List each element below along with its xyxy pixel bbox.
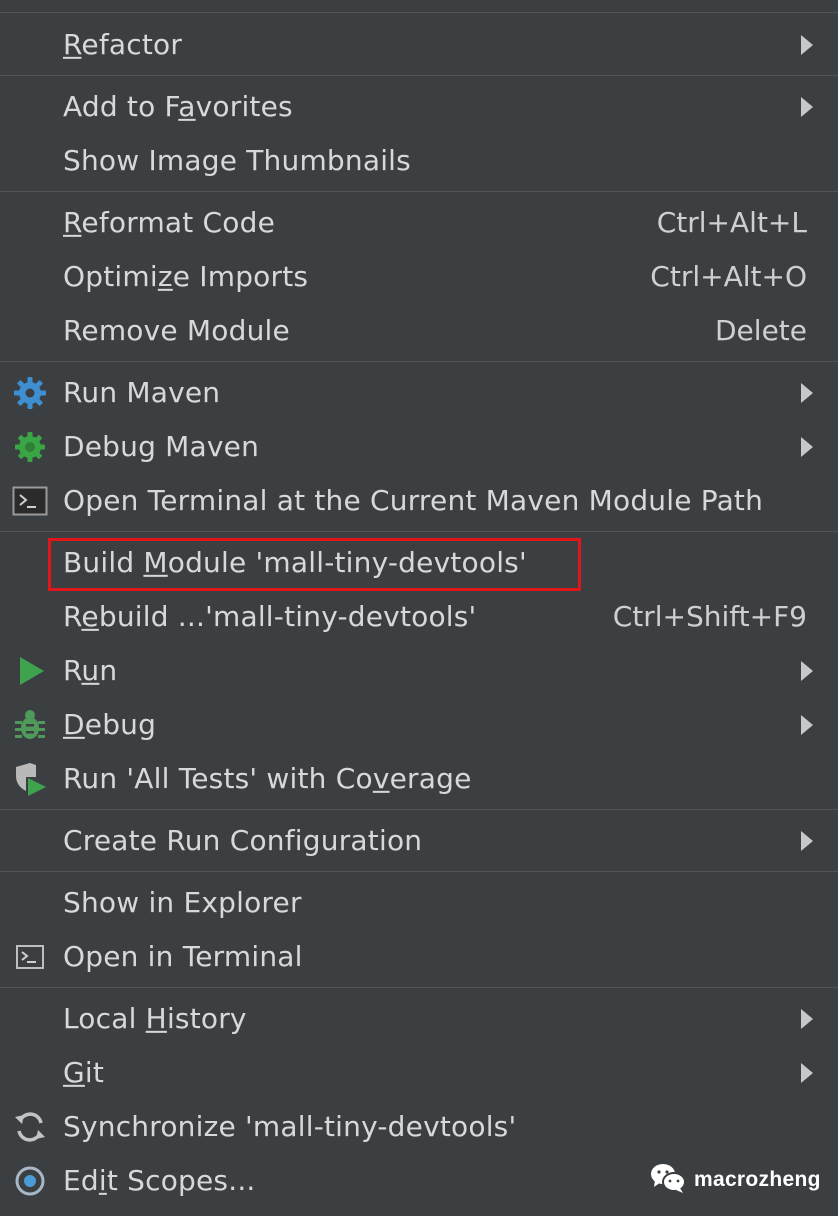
menu-item-git[interactable]: Git — [0, 1046, 838, 1100]
submenu-arrow-icon — [801, 437, 813, 457]
menu-item-label: Show in Explorer — [63, 885, 302, 919]
menu-item-label: Run — [63, 653, 118, 687]
submenu-arrow-icon — [801, 97, 813, 117]
submenu-arrow-icon — [801, 1063, 813, 1083]
submenu-arrow-icon — [801, 831, 813, 851]
menu-item-open-in-terminal[interactable]: Open in Terminal — [0, 930, 838, 984]
menu-item-label: Local History — [63, 1001, 247, 1035]
context-menu: Refactor Add to Favorites Show Image Thu… — [0, 0, 838, 1216]
shortcut-label: Ctrl+Alt+O — [650, 259, 807, 293]
shortcut-label: Ctrl+Shift+F9 — [612, 599, 807, 633]
menu-item-reformat-code[interactable]: Reformat Code Ctrl+Alt+L — [0, 196, 838, 250]
run-triangle-icon — [12, 653, 48, 689]
menu-item-debug-maven[interactable]: Debug Maven — [0, 420, 838, 474]
menu-item-label: Remove Module — [63, 313, 290, 347]
submenu-arrow-icon — [801, 383, 813, 403]
menu-item-optimize-imports[interactable]: Optimize Imports Ctrl+Alt+O — [0, 250, 838, 304]
menu-item-run[interactable]: Run — [0, 644, 838, 698]
menu-item-local-history[interactable]: Local History — [0, 992, 838, 1046]
menu-item-label: Rebuild ...'mall-tiny-devtools' — [63, 599, 477, 633]
menu-item-refactor[interactable]: Refactor — [0, 18, 838, 72]
menu-item-remove-module[interactable]: Remove Module Delete — [0, 304, 838, 358]
menu-item-label: Open in Terminal — [63, 939, 303, 973]
menu-item-run-with-coverage[interactable]: Run 'All Tests' with Coverage — [0, 752, 838, 806]
menu-separator — [0, 531, 838, 532]
menu-item-show-in-explorer[interactable]: Show in Explorer — [0, 876, 838, 930]
menu-top-edge — [0, 0, 838, 13]
menu-item-debug[interactable]: Debug — [0, 698, 838, 752]
menu-item-label: Debug Maven — [63, 429, 260, 463]
menu-item-label: Create Run Configuration — [63, 823, 423, 857]
highlight-box — [48, 538, 581, 591]
menu-item-label: Add to Favorites — [63, 89, 293, 123]
debug-gear-icon — [12, 429, 48, 465]
menu-separator — [0, 871, 838, 872]
menu-item-label: Reformat Code — [63, 205, 276, 239]
menu-item-open-terminal-maven-path[interactable]: Open Terminal at the Current Maven Modul… — [0, 474, 838, 528]
menu-item-rebuild[interactable]: Rebuild ...'mall-tiny-devtools' Ctrl+Shi… — [0, 590, 838, 644]
menu-separator — [0, 361, 838, 362]
menu-item-label: Run 'All Tests' with Coverage — [63, 761, 472, 795]
menu-item-label: Git — [63, 1055, 105, 1089]
menu-item-create-run-configuration[interactable]: Create Run Configuration — [0, 814, 838, 868]
bug-icon — [12, 707, 48, 743]
menu-item-label: Show Image Thumbnails — [63, 143, 411, 177]
submenu-arrow-icon — [801, 35, 813, 55]
coverage-shield-icon — [12, 761, 48, 797]
menu-separator — [0, 191, 838, 192]
shortcut-label: Delete — [715, 313, 807, 347]
menu-item-label: Refactor — [63, 27, 183, 61]
menu-item-add-to-favorites[interactable]: Add to Favorites — [0, 80, 838, 134]
submenu-arrow-icon — [801, 715, 813, 735]
sync-icon — [12, 1109, 48, 1145]
menu-separator — [0, 987, 838, 988]
submenu-arrow-icon — [801, 1009, 813, 1029]
menu-item-label: Open Terminal at the Current Maven Modul… — [63, 483, 764, 517]
menu-item-label: Synchronize 'mall-tiny-devtools' — [63, 1109, 517, 1143]
scope-target-icon — [12, 1163, 48, 1199]
gear-icon — [12, 375, 48, 411]
menu-item-label: Debug — [63, 707, 157, 741]
menu-item-label: Run Maven — [63, 375, 221, 409]
watermark: macrozheng — [650, 1162, 821, 1198]
terminal-icon — [12, 483, 48, 519]
menu-item-label: Edit Scopes... — [63, 1163, 256, 1197]
terminal-icon — [12, 939, 48, 975]
shortcut-label: Ctrl+Alt+L — [656, 205, 807, 239]
menu-separator — [0, 809, 838, 810]
menu-item-synchronize[interactable]: Synchronize 'mall-tiny-devtools' — [0, 1100, 838, 1154]
menu-item-show-image-thumbnails[interactable]: Show Image Thumbnails — [0, 134, 838, 188]
wechat-icon — [650, 1162, 686, 1198]
menu-separator — [0, 75, 838, 76]
menu-item-label: Optimize Imports — [63, 259, 309, 293]
menu-item-run-maven[interactable]: Run Maven — [0, 366, 838, 420]
watermark-text: macrozheng — [694, 1168, 821, 1191]
submenu-arrow-icon — [801, 661, 813, 681]
